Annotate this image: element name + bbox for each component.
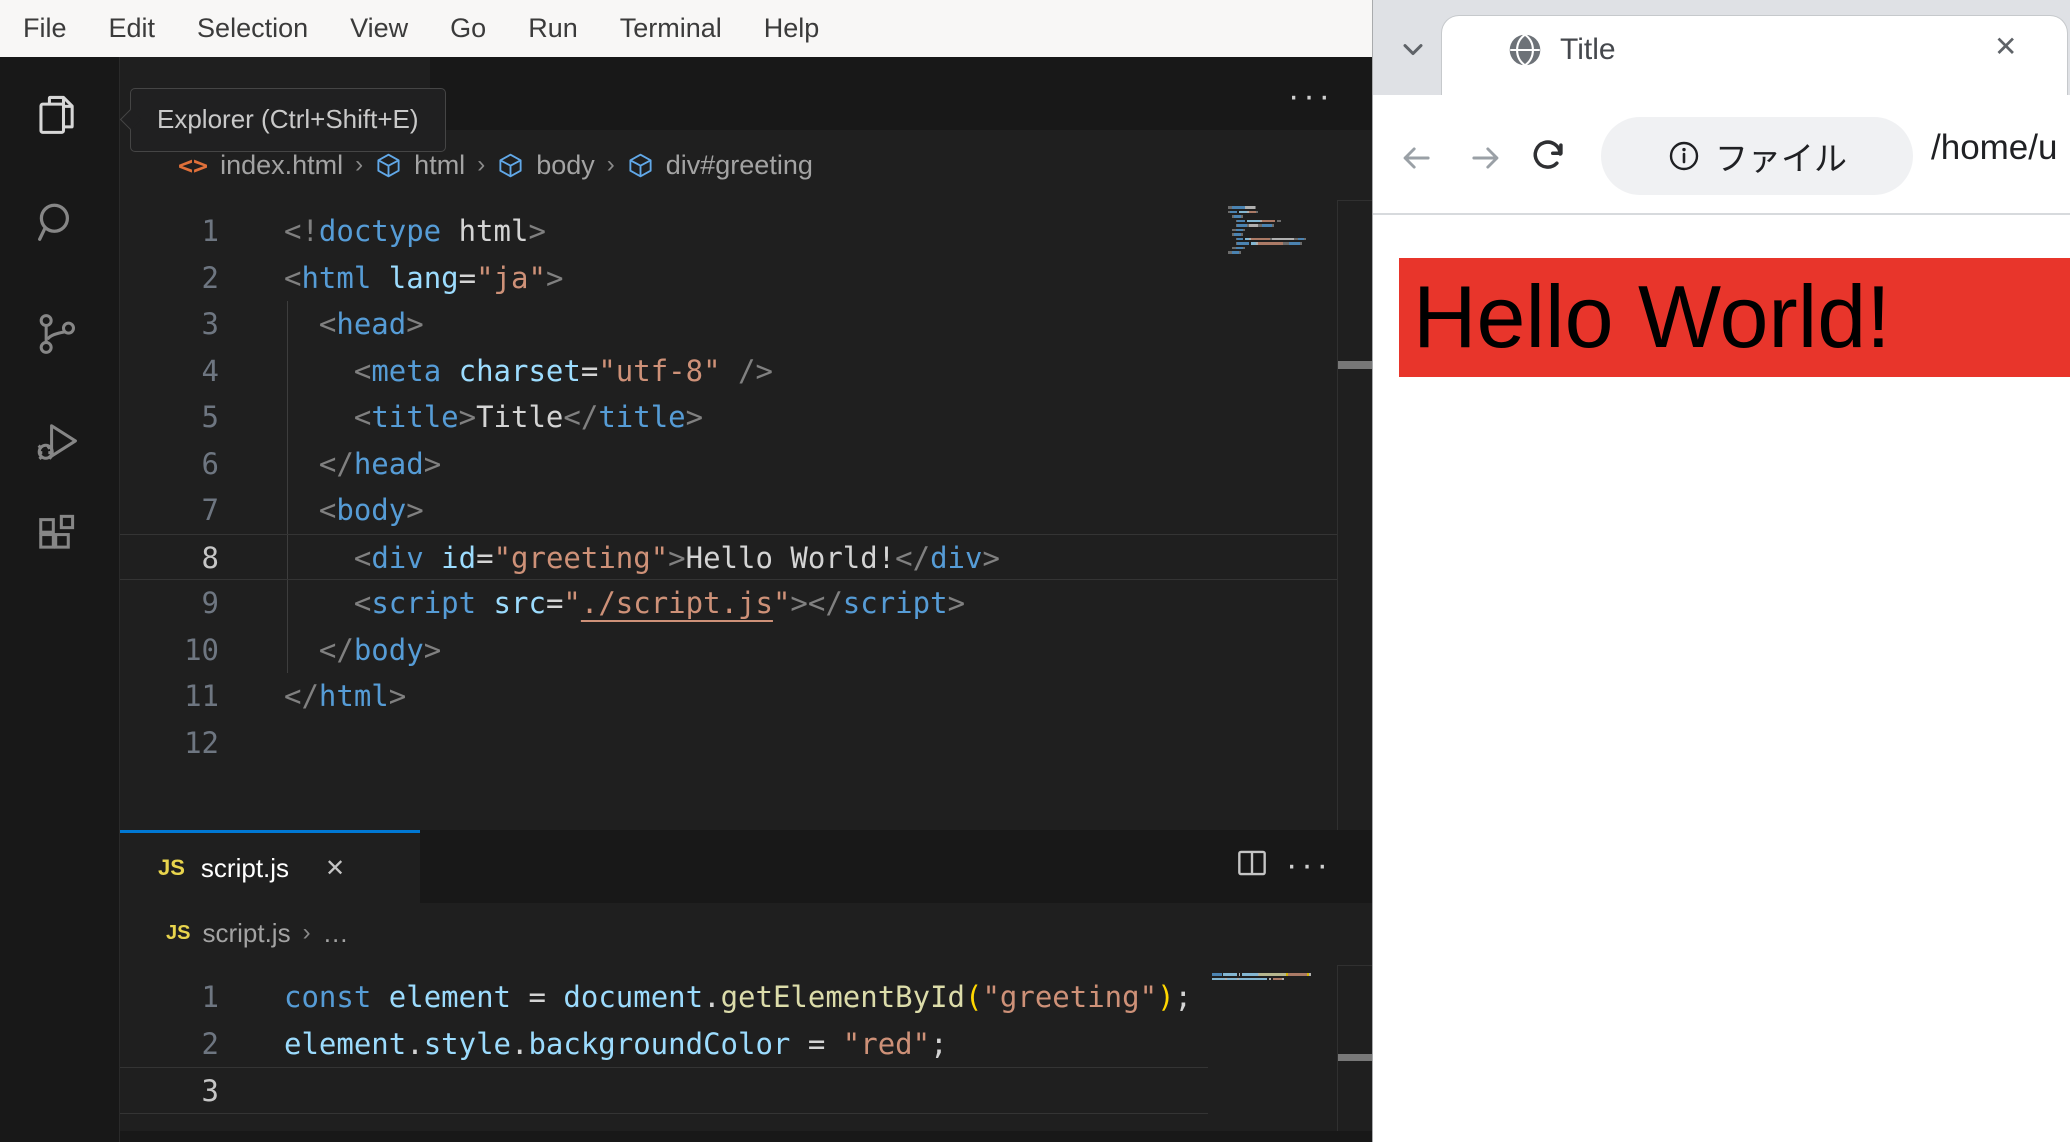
tooltip-text: Explorer (Ctrl+Shift+E): [157, 104, 419, 134]
menu-go[interactable]: Go: [429, 0, 507, 57]
breadcrumb-seg-div-greeting[interactable]: div#greeting: [666, 150, 813, 181]
code-line[interactable]: 11 </html>: [120, 673, 1337, 720]
breadcrumb-file[interactable]: script.js: [202, 918, 290, 949]
editor-bottom-strip: [120, 1131, 1372, 1142]
tab-search-chevron-icon[interactable]: [1397, 33, 1429, 65]
vscode-workbench: ··· Explorer (Ctrl+Shift+E) <> index.htm…: [0, 57, 1373, 1142]
html-file-icon: <>: [178, 150, 209, 180]
code-line[interactable]: 4 <meta charset="utf-8" />: [120, 348, 1337, 395]
js-file-icon: JS: [166, 921, 191, 944]
breadcrumb-seg-html[interactable]: html: [414, 150, 465, 181]
editor2-code[interactable]: 1 const element = document.getElementById…: [120, 974, 1208, 1114]
editor2-tab-script-js[interactable]: JS script.js ✕: [120, 830, 420, 903]
info-icon: [1669, 141, 1699, 171]
editor2-tab-bar: JS script.js ✕ ···: [120, 830, 1372, 903]
greeting-text: Hello World!: [1413, 267, 1891, 366]
breadcrumb-separator: ›: [355, 151, 364, 178]
menu-view[interactable]: View: [329, 0, 429, 57]
code-line[interactable]: 3: [120, 1067, 1208, 1114]
explorer-tooltip: Explorer (Ctrl+Shift+E): [119, 88, 446, 152]
editor1-minimap[interactable]: [1228, 206, 1306, 260]
back-icon[interactable]: [1399, 141, 1433, 175]
symbol-cube-icon: [499, 153, 522, 177]
js-file-icon: JS: [158, 855, 185, 880]
search-icon[interactable]: [31, 197, 83, 249]
split-editor-icon[interactable]: [1233, 844, 1271, 887]
reload-icon[interactable]: [1529, 137, 1567, 175]
code-line[interactable]: 6 </head>: [120, 441, 1337, 488]
breadcrumb-seg-body[interactable]: body: [536, 150, 595, 181]
menu-file[interactable]: File: [2, 0, 88, 57]
menu-terminal[interactable]: Terminal: [599, 0, 743, 57]
breadcrumb-file[interactable]: index.html: [220, 150, 343, 181]
menu-selection[interactable]: Selection: [176, 0, 329, 57]
menu-help[interactable]: Help: [743, 0, 841, 57]
url-text[interactable]: /home/u: [1931, 128, 2057, 168]
origin-chip-label: ファイル: [1715, 140, 1847, 177]
code-line[interactable]: 5 <title>Title</title>: [120, 394, 1337, 441]
editor1-scrollbar[interactable]: [1337, 200, 1373, 830]
editor1-more-actions-icon[interactable]: ···: [1288, 77, 1334, 116]
browser-toolbar: ファイル /home/u: [1373, 95, 2070, 215]
screen: File Edit Selection View Go Run Terminal…: [0, 0, 2070, 1142]
code-line[interactable]: 1 const element = document.getElementById…: [120, 974, 1208, 1021]
editor2-minimap[interactable]: [1212, 973, 1311, 987]
menu-run[interactable]: Run: [507, 0, 599, 57]
greeting-div: Hello World!: [1399, 258, 2070, 377]
tab-close-icon[interactable]: ✕: [325, 854, 345, 883]
symbol-cube-icon: [377, 153, 400, 177]
run-and-debug-icon[interactable]: [31, 416, 83, 468]
code-line[interactable]: 9 <script src="./script.js"></script>: [120, 580, 1337, 627]
code-line[interactable]: 3 <head>: [120, 301, 1337, 348]
editor2-tab-label: script.js: [200, 852, 290, 883]
code-line[interactable]: 10 </body>: [120, 627, 1337, 674]
browser-tab-close-icon[interactable]: ✕: [1994, 30, 2017, 63]
code-line[interactable]: 8 <div id="greeting">Hello World!</div>: [120, 533, 1337, 580]
editor1-scroll-marker: [1338, 361, 1373, 369]
vscode-menubar: File Edit Selection View Go Run Terminal…: [0, 0, 1372, 57]
browser-window: Title ✕ ファイル /home/u Hello World!: [1372, 0, 2070, 1142]
activity-bar: [0, 57, 120, 1142]
editor2-scroll-marker: [1338, 1054, 1373, 1061]
code-line[interactable]: 2 <html lang="ja">: [120, 255, 1337, 302]
breadcrumb-separator: ›: [477, 151, 486, 178]
explorer-icon[interactable]: [31, 89, 83, 141]
code-line[interactable]: 12: [120, 720, 1337, 767]
breadcrumb-separator: ›: [302, 919, 311, 946]
browser-tab[interactable]: Title ✕: [1441, 15, 2068, 96]
breadcrumb-separator: ›: [606, 151, 615, 178]
globe-icon: [1509, 33, 1541, 67]
origin-chip[interactable]: ファイル: [1601, 117, 1913, 195]
browser-tab-strip: Title ✕: [1373, 0, 2070, 96]
forward-icon[interactable]: [1469, 141, 1503, 175]
code-line[interactable]: 1 <!doctype html>: [120, 208, 1337, 255]
code-line[interactable]: 2 element.style.backgroundColor = "red";: [120, 1021, 1208, 1068]
code-line[interactable]: 7 <body>: [120, 487, 1337, 534]
browser-tab-title: Title: [1560, 33, 1616, 66]
extensions-icon[interactable]: [31, 509, 83, 561]
source-control-icon[interactable]: [31, 308, 83, 360]
editor1-code[interactable]: 1 <!doctype html> 2 <html lang="ja"> 3 <head…: [120, 208, 1337, 766]
menu-edit[interactable]: Edit: [88, 0, 177, 57]
browser-page: Hello World!: [1373, 215, 2070, 1142]
breadcrumb-more[interactable]: …: [323, 918, 349, 949]
editor2-more-actions-icon[interactable]: ···: [1286, 846, 1332, 885]
symbol-cube-icon: [629, 153, 652, 177]
editor2-scrollbar[interactable]: [1337, 965, 1373, 1131]
editor2-breadcrumb: JS script.js › …: [120, 903, 1372, 963]
